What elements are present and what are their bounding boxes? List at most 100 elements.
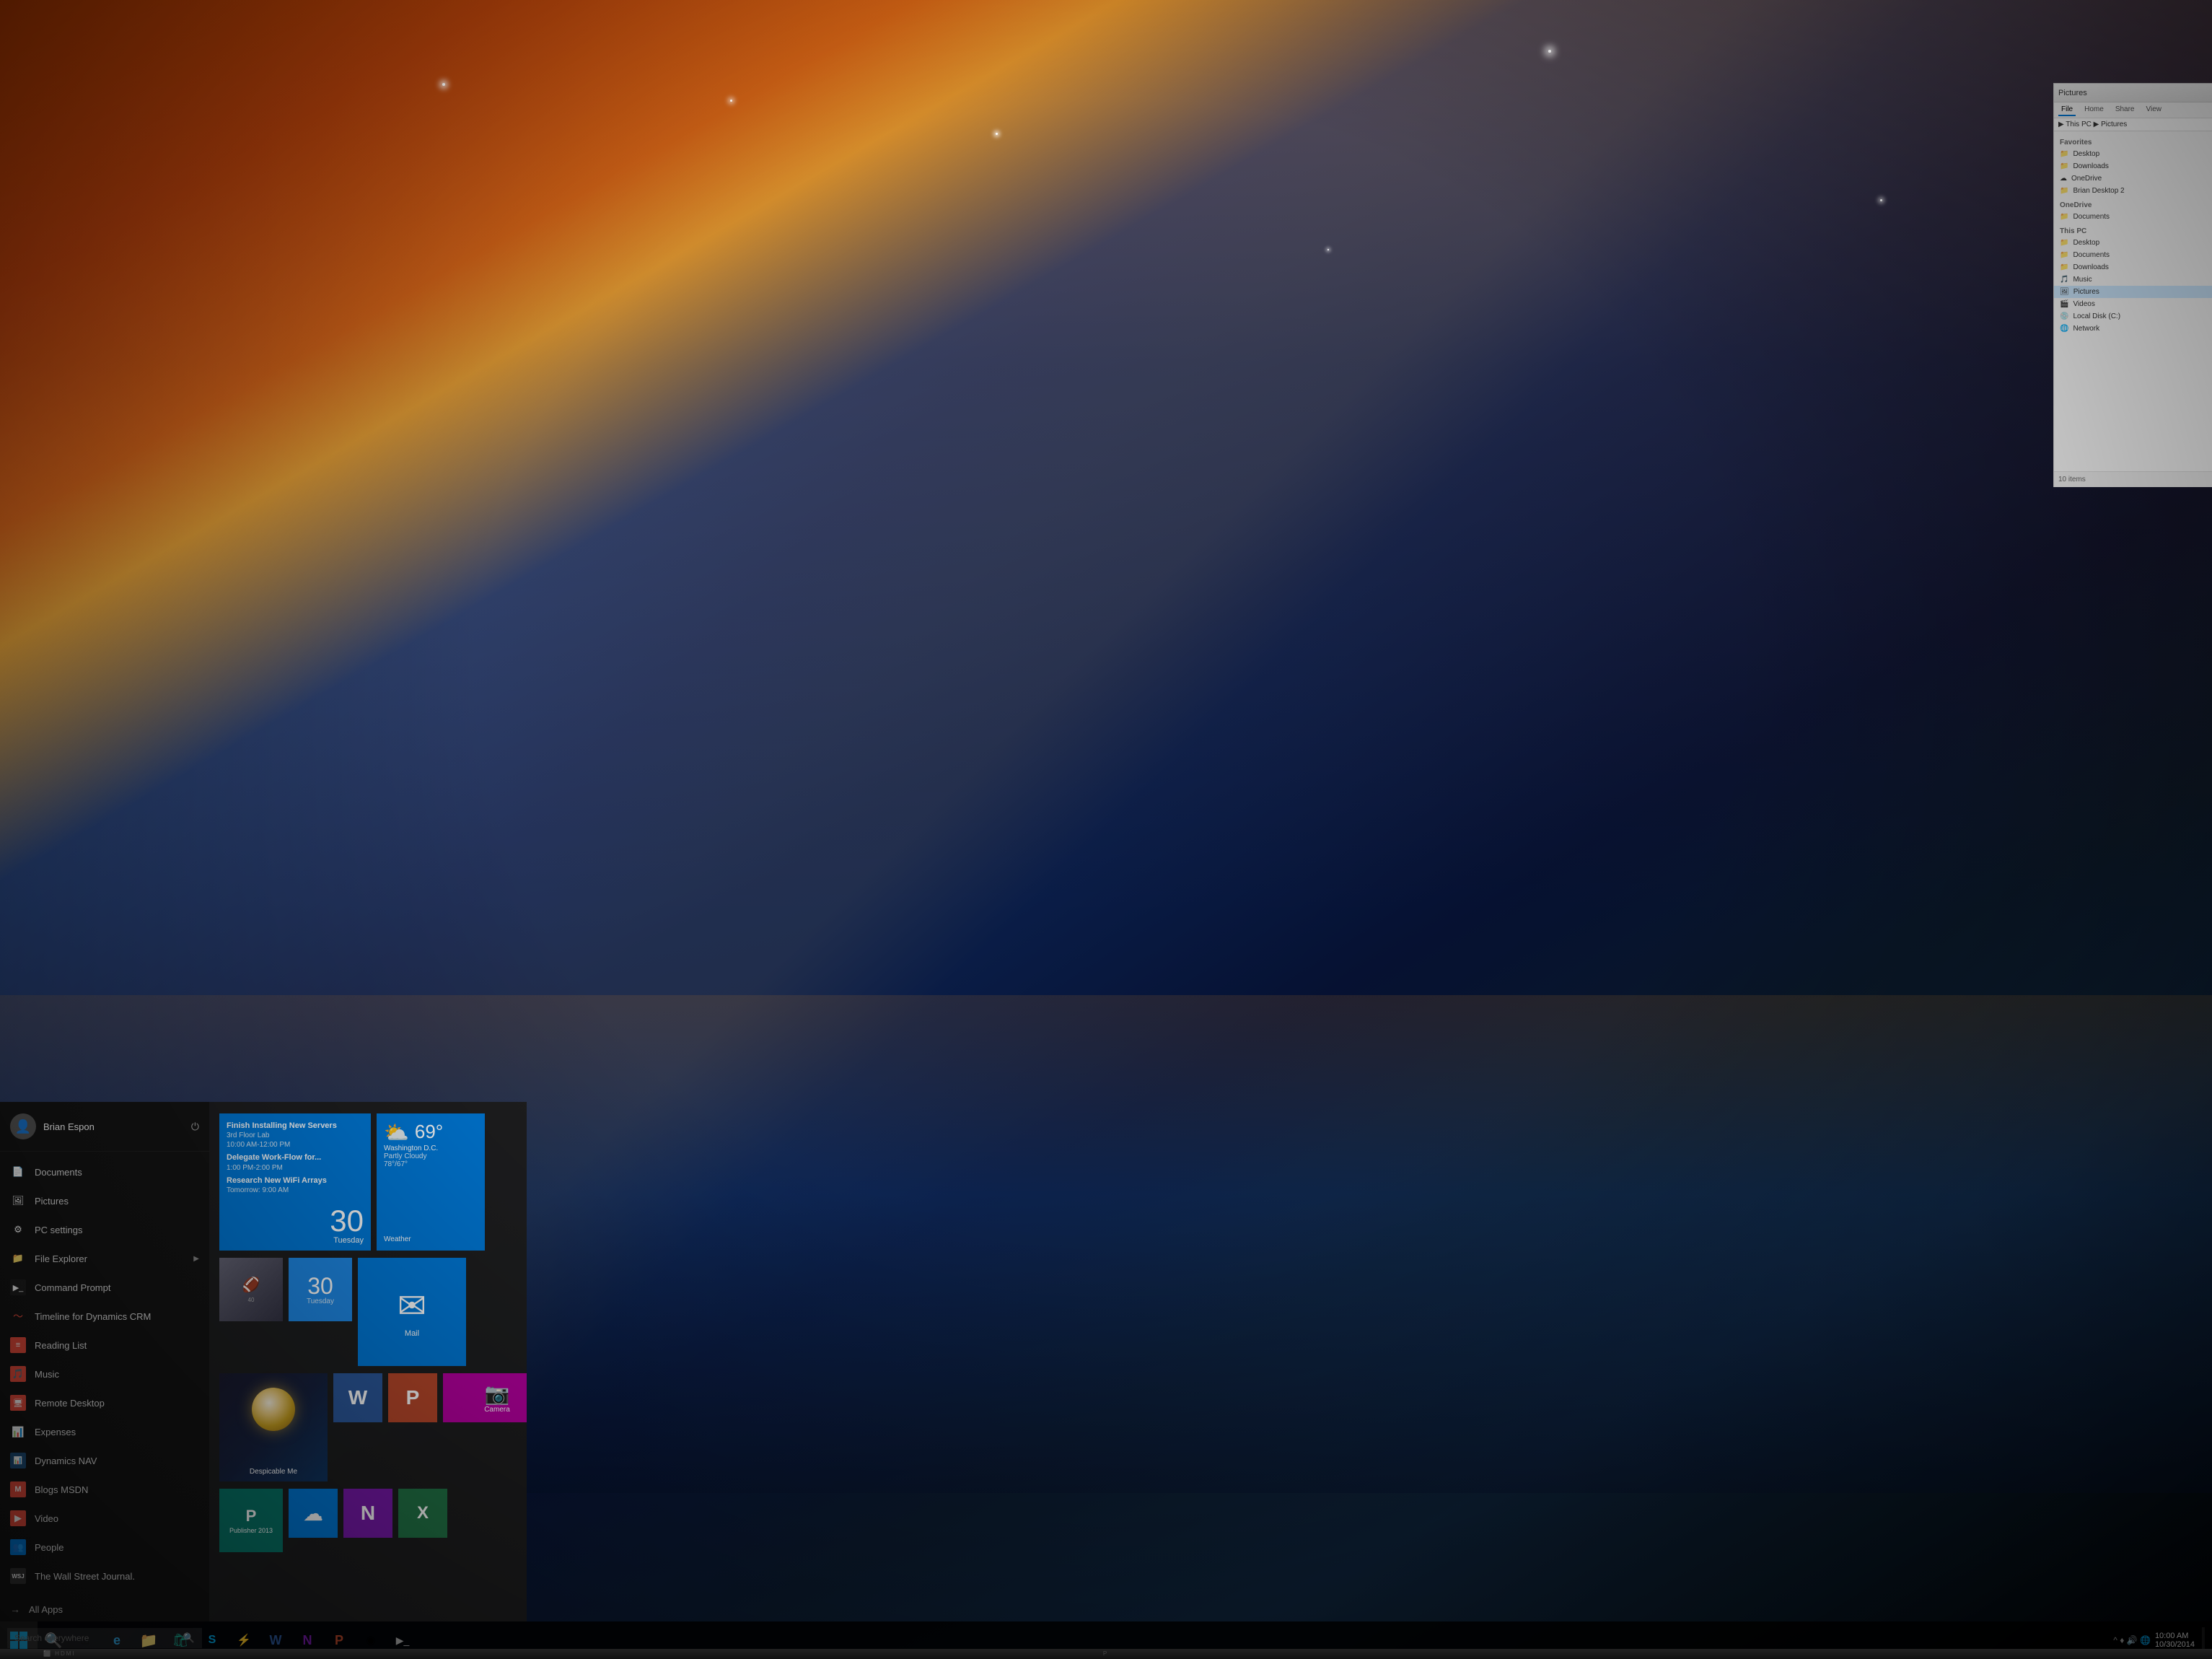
task-title-1: Delegate Work-Flow for... (227, 1152, 364, 1163)
nav-item-blogs-msdn[interactable]: M Blogs MSDN (0, 1475, 209, 1504)
settings-icon: ⚙ (10, 1222, 26, 1238)
tiles-area: Finish Installing New Servers 3rd Floor … (209, 1102, 527, 1621)
tile-word[interactable]: W (333, 1373, 382, 1422)
tile-onenote[interactable]: N (343, 1489, 392, 1538)
nav-item-command-prompt[interactable]: ▶_ Command Prompt (0, 1273, 209, 1302)
fe-tab-view[interactable]: View (2143, 104, 2165, 116)
nav-label-command-prompt: Command Prompt (35, 1282, 110, 1293)
nav-item-timeline-crm[interactable]: 〜 Timeline for Dynamics CRM (0, 1302, 209, 1331)
tray-time: 10:00 AM10/30/2014 (2155, 1632, 2195, 1649)
reading-list-icon: ≡ (10, 1337, 26, 1353)
nav-item-expenses[interactable]: 📊 Expenses (0, 1417, 209, 1446)
tile-mail[interactable]: ✉ Mail (358, 1258, 466, 1366)
folder-icon-desktop: 📁 (2060, 239, 2068, 247)
tile-publisher[interactable]: P Publisher 2013 (219, 1489, 283, 1552)
tile-movie[interactable]: Despicable Me (219, 1373, 328, 1481)
fe-nav-desktop[interactable]: 📁 Desktop (2054, 148, 2212, 160)
disk-icon: 💿 (2060, 312, 2068, 320)
fe-nav-downloads[interactable]: 📁 Downloads (2054, 160, 2212, 172)
tiles-row-1: Finish Installing New Servers 3rd Floor … (219, 1113, 517, 1251)
fe-section-this-pc: This PC (2054, 223, 2212, 237)
task-title-2: Research New WiFi Arrays (227, 1176, 364, 1186)
tray-icons: ^ ♦ 🔊 🌐 (2113, 1635, 2151, 1645)
task-item-1: Delegate Work-Flow for... 1:00 PM-2:00 P… (227, 1152, 364, 1172)
nav-item-people[interactable]: 👥 People (0, 1533, 209, 1562)
nav-item-pictures[interactable]: 🖼 Pictures (0, 1186, 209, 1215)
movie-ball (252, 1388, 295, 1431)
nav-item-remote-desktop[interactable]: 🖥 Remote Desktop (0, 1388, 209, 1417)
cmd-icon: ▶_ (396, 1634, 410, 1647)
fe-nav-music-pc[interactable]: 🎵 Music (2054, 273, 2212, 286)
fe-titlebar: Pictures (2054, 84, 2212, 102)
task-item-0: Finish Installing New Servers 3rd Floor … (227, 1121, 364, 1150)
fe-nav-network[interactable]: 🌐 Network (2054, 323, 2212, 335)
user-section[interactable]: 👤 Brian Espon ⏻ (0, 1102, 209, 1152)
fe-nav-downloads-pc[interactable]: 📁 Downloads (2054, 261, 2212, 273)
search-bar[interactable]: 🔍 (7, 1628, 202, 1648)
fe-nav-videos-pc[interactable]: 🎬 Videos (2054, 298, 2212, 310)
nav-items: 📄 Documents 🖼 Pictures ⚙ PC settings 📁 F… (0, 1152, 209, 1596)
network-icon: 🌐 (2060, 325, 2068, 333)
nav-item-video[interactable]: ▶ Video (0, 1504, 209, 1533)
weather-icon: ⛅ (384, 1121, 409, 1144)
nav-item-file-explorer[interactable]: 📁 File Explorer ▶ (0, 1244, 209, 1273)
fe-tab-share[interactable]: Share (2112, 104, 2138, 116)
fe-nav-onedrive[interactable]: ☁ OneDrive (2054, 172, 2212, 185)
tile-calendar[interactable]: Finish Installing New Servers 3rd Floor … (219, 1113, 371, 1251)
tile-camera[interactable]: 📷 Camera (443, 1373, 527, 1422)
fe-nav-desktop-pc[interactable]: 📁 Desktop (2054, 237, 2212, 249)
nav-item-reading-list[interactable]: ≡ Reading List (0, 1331, 209, 1360)
excel-icon: X (417, 1503, 429, 1523)
nav-item-wsj[interactable]: WSJ The Wall Street Journal. (0, 1562, 209, 1590)
tiles-row-2: 🏈 40 30 Tuesday ✉ Mail (219, 1258, 517, 1366)
fe-nav-brian-desktop[interactable]: 📁 Brian Desktop 2 (2054, 185, 2212, 197)
tile-ppt[interactable]: P (388, 1373, 437, 1422)
fe-ribbon: File Home Share View (2054, 102, 2212, 118)
brand-label: P (1103, 1650, 1109, 1657)
fe-nav-pictures-pc[interactable]: 🖼 Pictures (2054, 286, 2212, 298)
folder-icon-dl2: 📁 (2060, 263, 2068, 271)
folder-icon-vid: 🎬 (2060, 300, 2068, 308)
nav-item-pc-settings[interactable]: ⚙ PC settings (0, 1215, 209, 1244)
fe-tab-home[interactable]: Home (2081, 104, 2107, 116)
ppt-icon: P (335, 1633, 343, 1648)
mail-icon: ✉ (398, 1286, 426, 1326)
fe-address: ▶ This PC ▶ Pictures (2054, 118, 2212, 131)
tile-person[interactable]: 🏈 40 (219, 1258, 283, 1321)
mail-label: Mail (405, 1329, 419, 1338)
nav-label-reading-list: Reading List (35, 1340, 87, 1351)
pictures-icon: 🖼 (10, 1193, 26, 1209)
nav-item-documents[interactable]: 📄 Documents (0, 1157, 209, 1186)
file-explorer-window: Pictures File Home Share View ▶ This PC … (2053, 83, 2212, 487)
fe-nav: Favorites 📁 Desktop 📁 Downloads ☁ OneDri… (2054, 131, 2212, 477)
all-apps-item[interactable]: → All Apps (0, 1596, 209, 1622)
desktop: 👤 Brian Espon ⏻ 📄 Documents 🖼 Pictures ⚙… (0, 0, 2212, 1659)
search-input[interactable] (14, 1633, 177, 1643)
all-apps-label: All Apps (29, 1604, 63, 1615)
date-number: 30 (330, 1206, 364, 1236)
tile-calendar-small[interactable]: 30 Tuesday (289, 1258, 352, 1321)
onenote-icon: N (303, 1633, 312, 1648)
task-loc-0: 3rd Floor Lab (227, 1131, 364, 1140)
weather-temp: 69° (415, 1121, 443, 1143)
camera-icon: 📷 (485, 1382, 510, 1406)
folder-icon-pics: 🖼 (2060, 288, 2069, 296)
power-button[interactable]: ⏻ (191, 1121, 199, 1133)
tile-onedrive[interactable]: ☁ (289, 1489, 338, 1538)
fe-nav-documents-od[interactable]: 📁 Documents (2054, 211, 2212, 223)
task-time-1: 1:00 PM-2:00 PM (227, 1163, 364, 1173)
command-prompt-icon: ▶_ (10, 1279, 26, 1295)
nav-label-expenses: Expenses (35, 1427, 76, 1437)
fe-nav-documents-pc[interactable]: 📁 Documents (2054, 249, 2212, 261)
tile-excel[interactable]: X (398, 1489, 447, 1538)
nav-item-music[interactable]: 🎵 Music (0, 1360, 209, 1388)
task-time-2: Tomorrow: 9:00 AM (227, 1186, 364, 1195)
weather-range: 78°/67° (384, 1160, 478, 1168)
folder-icon-docs2: 📁 (2060, 251, 2068, 259)
fe-tab-file[interactable]: File (2058, 104, 2076, 116)
nav-item-dynamics-nav[interactable]: 📊 Dynamics NAV (0, 1446, 209, 1475)
fe-nav-local-disk[interactable]: 💿 Local Disk (C:) (2054, 310, 2212, 323)
music-icon: 🎵 (10, 1366, 26, 1382)
tile-weather[interactable]: ⛅ 69° Washington D.C. Partly Cloudy 78°/… (377, 1113, 485, 1251)
start-sidebar: 👤 Brian Espon ⏻ 📄 Documents 🖼 Pictures ⚙… (0, 1102, 209, 1621)
